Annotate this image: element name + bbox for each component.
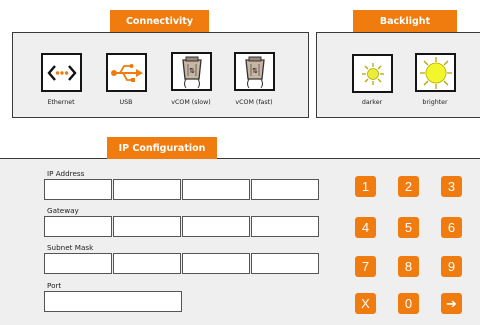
key-1[interactable]: 1 — [355, 176, 376, 197]
key-enter[interactable]: ➔ — [441, 293, 462, 314]
ethernet-label: Ethernet — [47, 99, 75, 106]
ip-configuration-title: IP Configuration — [107, 137, 217, 159]
ip-address-octet-2[interactable] — [113, 179, 181, 200]
usb-icon — [110, 63, 143, 82]
key-0[interactable]: 0 — [398, 293, 419, 314]
connectivity-title: Connectivity — [110, 10, 209, 32]
key-5[interactable]: 5 — [398, 217, 419, 238]
ip-address-label: IP Address — [47, 169, 85, 178]
vcom-fast-button[interactable]: ⇅ — [234, 52, 275, 91]
darker-button[interactable] — [352, 54, 393, 93]
port-input[interactable] — [44, 291, 182, 312]
ip-address-octet-3[interactable] — [182, 179, 250, 200]
vcom-slow-button[interactable]: ⇅ — [171, 52, 212, 91]
vcom-fast-icon: ⇅ — [244, 56, 265, 88]
svg-text:⇅: ⇅ — [252, 67, 258, 75]
key-9[interactable]: 9 — [441, 256, 462, 277]
gateway-octet-1[interactable] — [44, 216, 112, 237]
brighter-button[interactable] — [415, 53, 456, 92]
gateway-octet-3[interactable] — [182, 216, 250, 237]
usb-button[interactable] — [106, 53, 147, 92]
subnet-mask-octet-3[interactable] — [182, 253, 250, 274]
backlight-title: Backlight — [353, 10, 457, 32]
gateway-octet-2[interactable] — [113, 216, 181, 237]
ip-address-octet-1[interactable] — [44, 179, 112, 200]
darker-label: darker — [361, 99, 383, 106]
port-label: Port — [47, 281, 62, 290]
sun-small-icon — [361, 62, 384, 85]
ip-address-octet-4[interactable] — [251, 179, 319, 200]
key-7[interactable]: 7 — [355, 256, 376, 277]
key-4[interactable]: 4 — [355, 217, 376, 238]
vcom-slow-icon: ⇅ — [181, 56, 202, 88]
gateway-label: Gateway — [47, 206, 79, 215]
vcom-slow-label: vCOM (slow) — [171, 99, 211, 106]
gateway-octet-4[interactable] — [251, 216, 319, 237]
svg-text:⇅: ⇅ — [189, 67, 195, 75]
sun-large-icon — [419, 56, 452, 89]
key-clear[interactable]: X — [355, 293, 376, 314]
subnet-mask-label: Subnet Mask — [47, 243, 94, 252]
key-2[interactable]: 2 — [398, 176, 419, 197]
subnet-mask-octet-1[interactable] — [44, 253, 112, 274]
vcom-fast-label: vCOM (fast) — [235, 99, 273, 106]
key-6[interactable]: 6 — [441, 217, 462, 238]
key-3[interactable]: 3 — [441, 176, 462, 197]
brighter-label: brighter — [422, 99, 448, 106]
key-8[interactable]: 8 — [398, 256, 419, 277]
subnet-mask-octet-4[interactable] — [251, 253, 319, 274]
ethernet-icon — [46, 64, 77, 81]
usb-label: USB — [119, 99, 133, 106]
subnet-mask-octet-2[interactable] — [113, 253, 181, 274]
ethernet-button[interactable] — [41, 53, 82, 92]
